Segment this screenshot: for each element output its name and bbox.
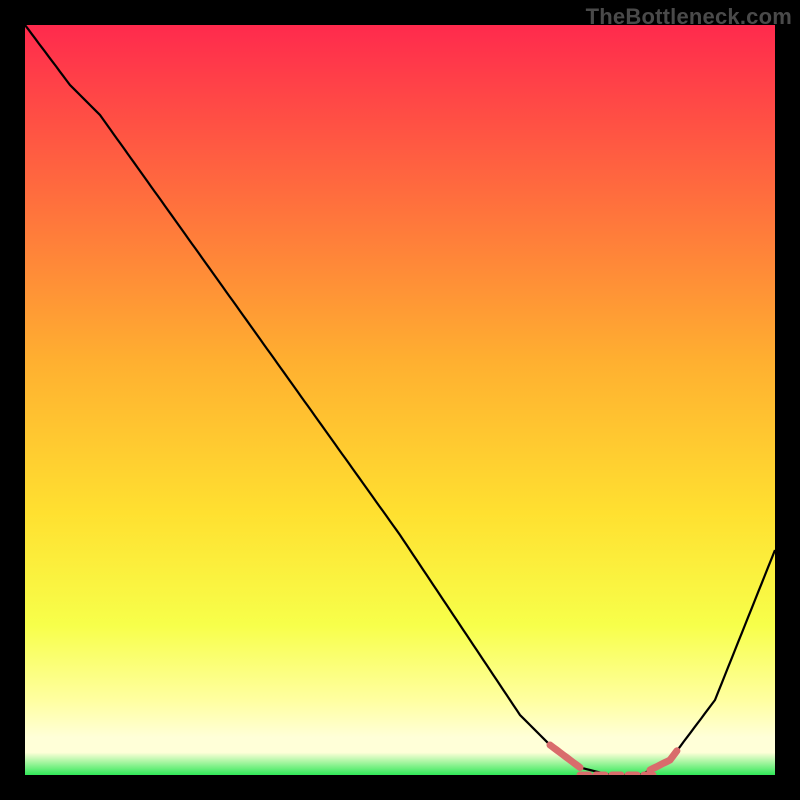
gradient-background	[25, 25, 775, 775]
bottleneck-chart	[25, 25, 775, 775]
watermark-text: TheBottleneck.com	[586, 4, 792, 30]
chart-frame	[25, 25, 775, 775]
